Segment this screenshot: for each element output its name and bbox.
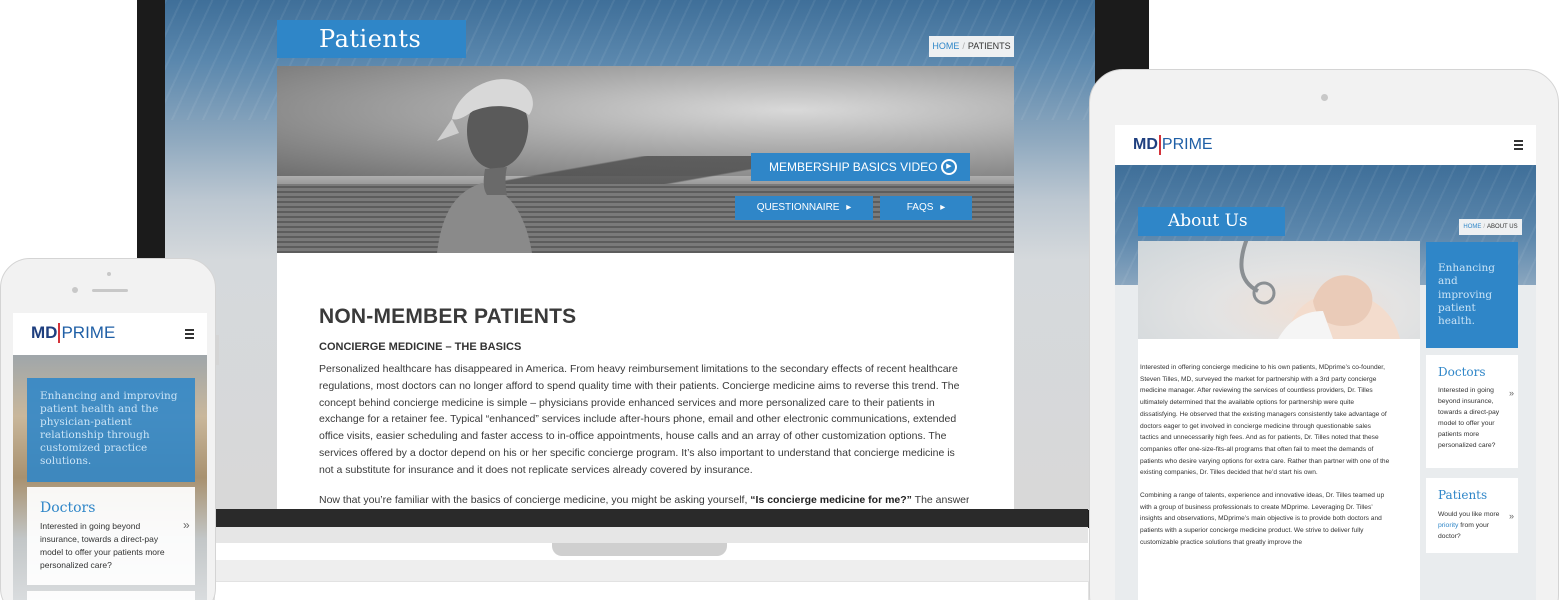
laptop-chin [215,509,1088,527]
hamburger-menu-icon[interactable] [185,329,194,341]
intro-paragraph: Personalized healthcare has disappeared … [319,363,960,476]
questionnaire-button[interactable]: QUESTIONNAIRE ▸ [735,196,873,220]
hamburger-menu-icon[interactable] [1514,140,1523,152]
logo-md: MD [1133,136,1158,153]
phone-side-button [216,335,219,365]
breadcrumb-separator: / [962,41,965,51]
phone-banner-text: Enhancing and improving patient health a… [40,390,178,467]
phone-next-card [27,591,195,600]
second-paragraph: Now that you’re familiar with the basics… [319,492,969,509]
phone-doctors-text: Interested in going beyond insurance, to… [40,521,165,570]
tablet-side-banner-text: Enhancing and improving patient health. [1438,262,1495,328]
second-paragraph-end: The answer to this [914,494,969,506]
tablet-doctors-text: Interested in going beyond insurance, to… [1438,387,1500,449]
arrow-right-icon: ▸ [846,202,852,213]
tablet-body-paragraph-2: Combining a range of talents, experience… [1140,492,1385,546]
phone-sensor [107,272,111,276]
hero-woman-silhouette [437,79,533,253]
phone-logo[interactable]: MD PRIME [31,322,115,344]
section-heading: NON-MEMBER PATIENTS [319,305,577,328]
tablet-breadcrumb-home-link[interactable]: HOME [1463,224,1481,230]
laptop-base [215,527,1088,543]
membership-video-button[interactable]: MEMBERSHIP BASICS VIDEO ▶ [751,153,970,181]
laptop-underneath-panel [215,582,1088,600]
logo-md: MD [31,323,58,342]
logo-pulse-icon [1158,135,1161,155]
logo-pulse-icon [58,323,61,343]
double-chevron-right-icon[interactable]: » [183,518,190,532]
tablet-breadcrumb-current: ABOUT US [1487,224,1518,230]
second-paragraph-start: Now that you’re familiar with the basics… [319,494,751,506]
tablet-hero-image [1138,241,1420,339]
double-chevron-right-icon[interactable]: » [1509,388,1514,398]
phone-doctors-title: Doctors [40,500,96,516]
tablet-breadcrumb: HOME / ABOUT US [1459,219,1522,235]
phone-camera [72,287,78,293]
phone-speaker [92,289,128,292]
tablet-patients-title: Patients [1438,488,1488,502]
tablet-patients-text-highlight: priority [1438,522,1459,529]
double-chevron-right-icon[interactable]: » [1509,511,1514,521]
faqs-button[interactable]: FAQS ▸ [880,196,972,220]
membership-video-label: MEMBERSHIP BASICS VIDEO [769,160,938,174]
breadcrumb-current: PATIENTS [967,41,1011,51]
tablet-logo[interactable]: MD PRIME [1133,134,1213,156]
tablet-doctors-title: Doctors [1438,365,1486,379]
tablet-camera [1321,94,1328,101]
tablet-patients-text-start: Would you like more [1438,511,1500,518]
questionnaire-label: QUESTIONNAIRE [756,202,840,213]
page-title: Patients [319,25,422,53]
breadcrumb: HOME / PATIENTS [929,36,1014,57]
play-icon: ▶ [941,159,957,175]
logo-prime: PRIME [61,323,116,342]
second-paragraph-question: “Is concierge medicine for me?” [750,494,912,506]
arrow-right-icon: ▸ [940,202,946,213]
logo-prime: PRIME [1161,136,1213,153]
tablet-patients-text: Would you like more priority from your d… [1438,509,1510,542]
tablet-body-paragraph-1: Interested in offering concierge medicin… [1140,364,1390,477]
tablet-breadcrumb-separator: / [1483,224,1486,230]
hands-stethoscope-illustration [1239,241,1400,339]
section-subheading: CONCIERGE MEDICINE – THE BASICS [319,341,522,353]
tablet-page-title: About Us [1168,211,1248,231]
breadcrumb-home-link[interactable]: HOME [932,41,959,51]
laptop-notch [552,543,727,556]
faqs-label: FAQS [906,202,934,213]
tablet-body-text: Interested in offering concierge medicin… [1140,362,1390,549]
